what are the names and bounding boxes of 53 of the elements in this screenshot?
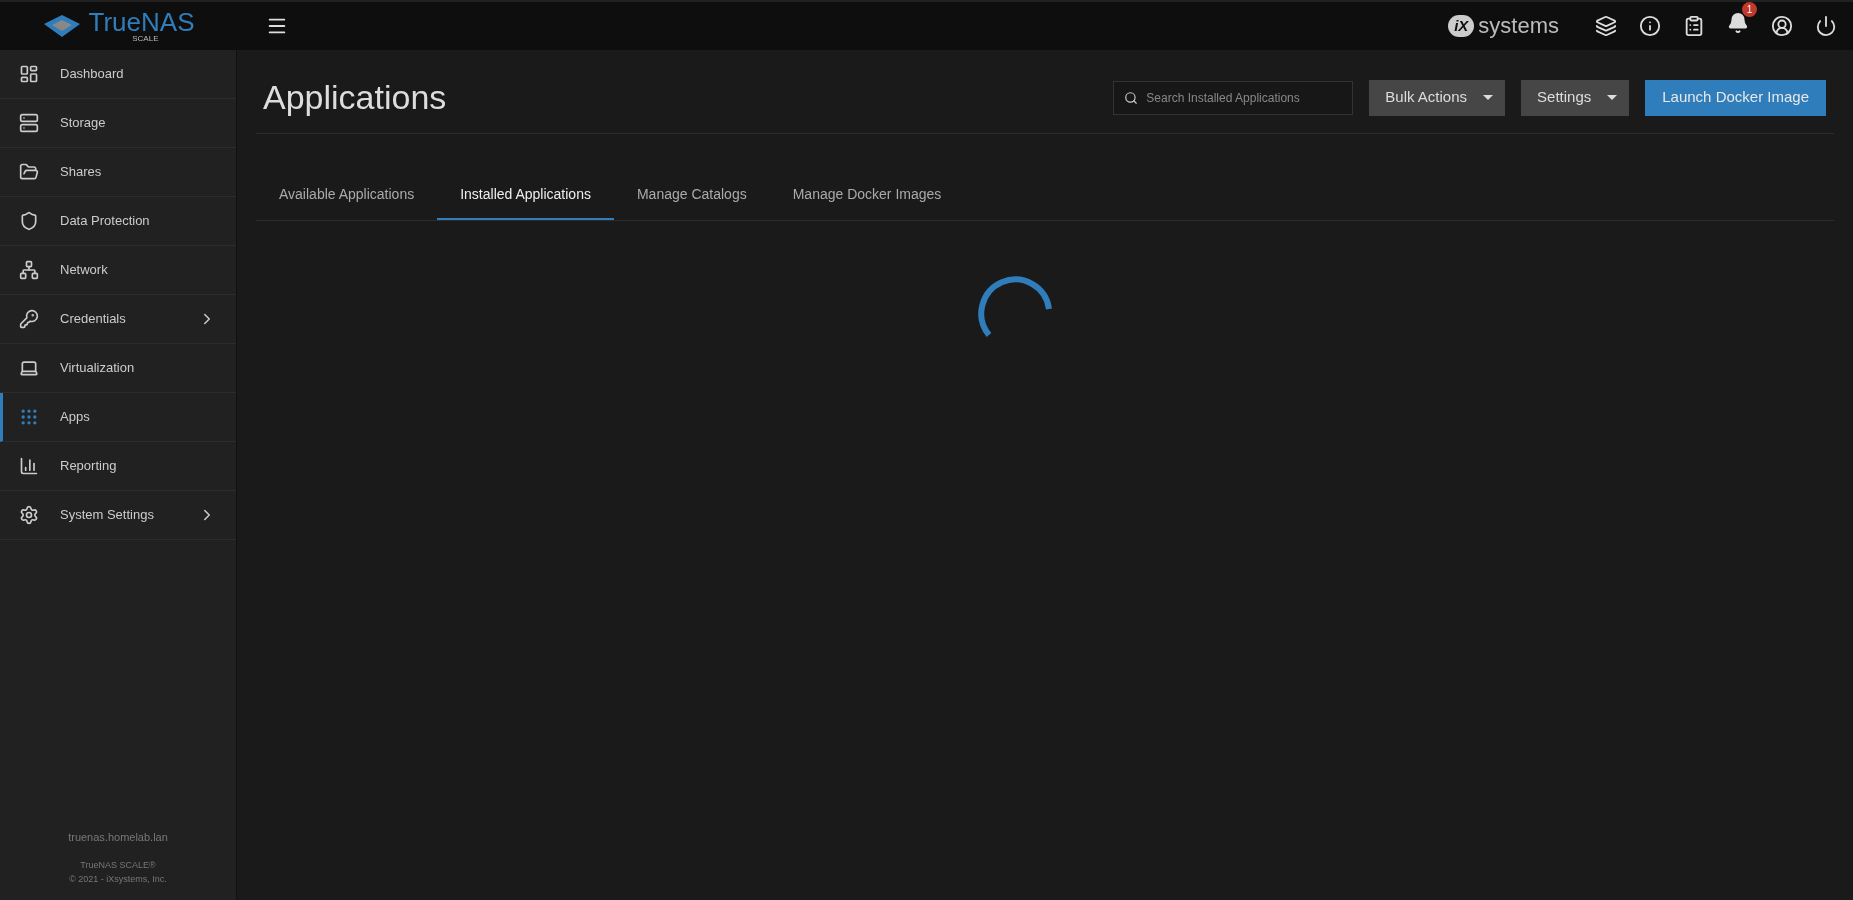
caret-icon [1607,95,1618,100]
tab[interactable]: Available Applications [256,170,438,220]
page-title: Applications [263,77,447,118]
account-button[interactable] [1771,15,1793,37]
copyright: © 2021 - iXsystems, Inc. [69,872,167,886]
dropdown-button[interactable]: Settings [1521,79,1630,116]
hostname: truenas.homelab.lan [68,829,168,845]
tab[interactable]: Manage Catalogs [613,170,770,220]
nav-item[interactable]: Storage [0,99,236,148]
network-icon [19,260,39,280]
settings-icon [19,505,39,525]
bar-chart-icon [19,456,39,476]
product-name: TrueNAS SCALE® [80,859,156,872]
nav-item[interactable]: Network [0,246,236,295]
dropdown-button[interactable]: Bulk Actions [1369,79,1506,116]
tab[interactable]: Installed Applications [437,170,614,220]
nav-item[interactable]: System Settings [0,491,236,540]
vendor-name: systems [1478,15,1559,37]
primary-button[interactable]: Launch Docker Image [1645,79,1826,116]
tab[interactable]: Manage Docker Images [769,170,965,220]
caret-icon [1483,95,1494,100]
nav-item[interactable]: Dashboard [0,50,236,99]
bell-icon [1727,11,1749,34]
grid-icon [19,407,39,427]
search-field[interactable]: Search Installed Applications [1113,80,1354,115]
server-icon [19,113,39,133]
nav-item[interactable]: Data Protection [0,197,236,246]
dashboard-icon [19,64,39,84]
search-icon [1124,90,1139,105]
info-icon [1639,15,1661,37]
tasks-button[interactable] [1683,15,1705,37]
power-icon [1815,15,1837,37]
logo-icon [42,14,81,38]
user-icon [1771,15,1793,37]
shield-icon [19,211,39,231]
logo-edition: SCALE [132,35,159,43]
nav-item[interactable]: Virtualization [0,344,236,393]
nav-item[interactable]: Credentials [0,295,236,344]
key-icon [19,309,39,329]
notification-badge: 1 [1742,1,1757,17]
clipboard-icon [1683,15,1705,37]
folder-icon [19,162,39,182]
layers-button[interactable] [1595,15,1617,37]
power-button[interactable] [1815,15,1837,37]
layers-icon [1595,15,1617,37]
info-button[interactable] [1639,15,1661,37]
nav-item[interactable]: Apps [0,393,236,442]
vendor-mark: iX [1448,15,1475,37]
laptop-icon [19,358,39,378]
notifications-button[interactable] [1727,11,1749,34]
nav-item[interactable]: Shares [0,148,236,197]
logo-name: TrueNAS [88,9,195,35]
nav-item[interactable]: Reporting [0,442,236,491]
